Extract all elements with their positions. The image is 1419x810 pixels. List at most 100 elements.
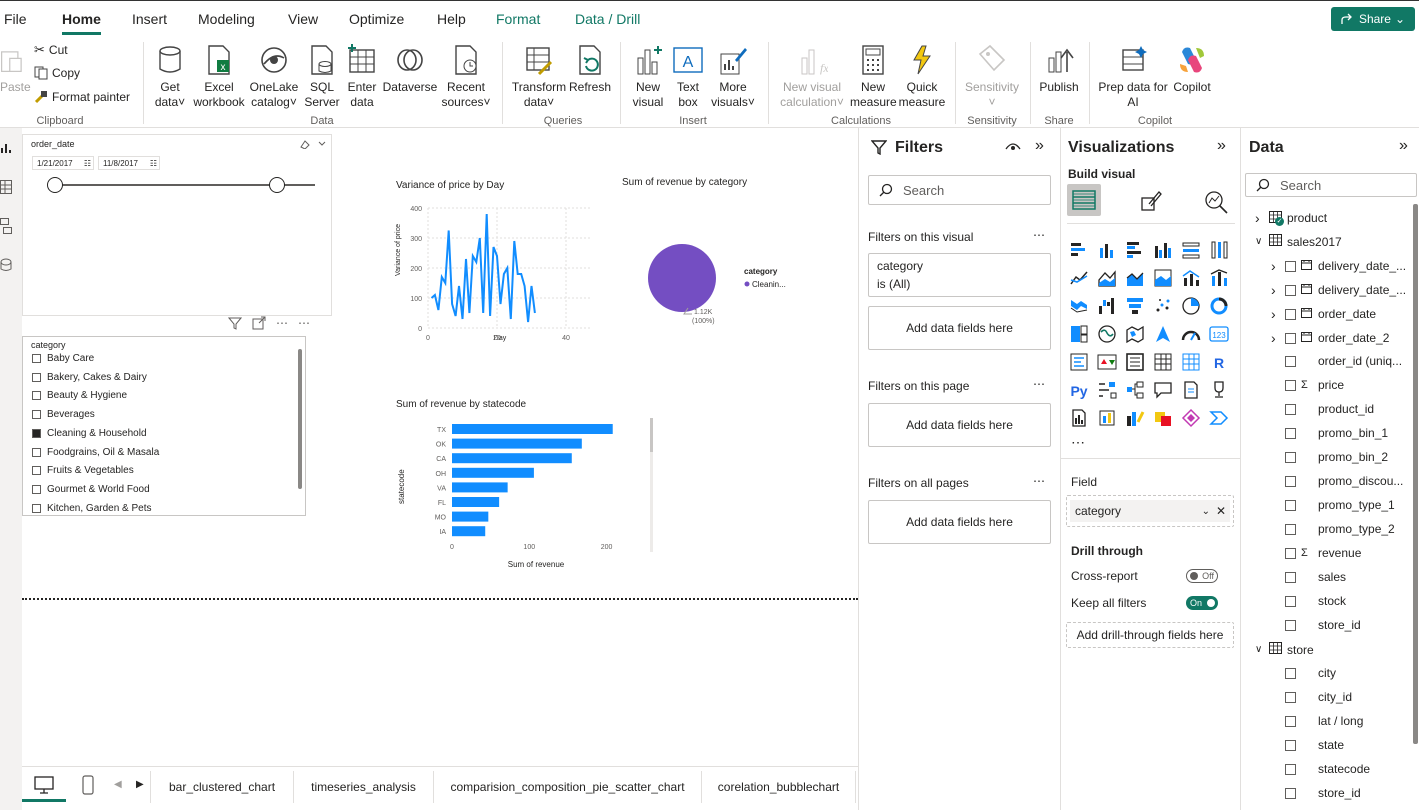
field-checkbox[interactable] bbox=[1285, 571, 1296, 583]
field-checkbox[interactable] bbox=[1285, 427, 1296, 439]
field-item[interactable]: promo_type_2 bbox=[1271, 522, 1395, 536]
format-painter-button[interactable]: Format painter bbox=[34, 90, 130, 104]
slicer-item[interactable]: Bakery, Cakes & Dairy bbox=[32, 372, 147, 383]
field-checkbox[interactable] bbox=[1285, 260, 1296, 272]
format-visual-icon[interactable] bbox=[1139, 190, 1163, 214]
menu-format[interactable]: Format bbox=[496, 11, 540, 27]
card-icon[interactable]: 123 bbox=[1209, 324, 1229, 344]
chevron-right-icon[interactable]: › bbox=[1271, 330, 1280, 346]
bar-ok[interactable] bbox=[452, 438, 582, 449]
filters-search-input[interactable]: Search bbox=[868, 175, 1051, 205]
close-icon[interactable]: ✕ bbox=[1216, 504, 1226, 518]
field-item[interactable]: store_id bbox=[1271, 786, 1361, 800]
more-options-icon[interactable]: ⋯ bbox=[1033, 474, 1045, 488]
slicer-item[interactable]: Kitchen, Garden & Pets bbox=[32, 503, 152, 514]
menu-view[interactable]: View bbox=[288, 11, 318, 27]
kpi-icon[interactable] bbox=[1097, 352, 1117, 372]
refresh-button[interactable]: Refresh bbox=[568, 44, 612, 95]
custom-visual-2-icon[interactable] bbox=[1181, 408, 1201, 428]
field-checkbox[interactable] bbox=[1285, 619, 1296, 631]
start-date-input[interactable]: 1/21/2017 ☷ bbox=[32, 156, 94, 170]
scrollbar[interactable] bbox=[1413, 204, 1418, 744]
slicer-item[interactable]: Foodgrains, Oil & Masala bbox=[32, 447, 159, 458]
field-pill-category[interactable]: category ⌄ ✕ bbox=[1070, 500, 1230, 522]
field-item[interactable]: promo_bin_2 bbox=[1271, 450, 1388, 464]
checkbox[interactable] bbox=[32, 372, 41, 382]
qa-icon[interactable] bbox=[1153, 380, 1173, 400]
field-checkbox[interactable] bbox=[1285, 475, 1296, 487]
field-checkbox[interactable] bbox=[1285, 308, 1296, 320]
field-item[interactable]: city_id bbox=[1271, 690, 1352, 704]
field-checkbox[interactable] bbox=[1285, 763, 1296, 775]
desktop-layout-icon[interactable] bbox=[34, 776, 54, 794]
stacked-column-chart-icon[interactable] bbox=[1097, 240, 1117, 260]
donut-chart-icon[interactable] bbox=[1209, 296, 1229, 316]
slicer-item[interactable]: Baby Care bbox=[32, 353, 94, 364]
add-fields-all-pages-dropzone[interactable]: Add data fields here bbox=[868, 500, 1051, 544]
clustered-column-chart-icon[interactable] bbox=[1153, 240, 1173, 260]
pie-chart-icon[interactable] bbox=[1181, 296, 1201, 316]
report-canvas[interactable]: order_date 1/21/2017 ☷ 11/8/2017 ☷ ⋯ ⋯ cat… bbox=[22, 128, 858, 766]
funnel-chart-icon[interactable] bbox=[1125, 296, 1145, 316]
field-item[interactable]: › delivery_date_... bbox=[1271, 258, 1406, 274]
slicer-item[interactable]: Fruits & Vegetables bbox=[32, 465, 134, 476]
pie-slice-cleaning[interactable] bbox=[648, 244, 716, 312]
field-checkbox[interactable] bbox=[1285, 667, 1296, 679]
slicer-item[interactable]: Cleaning & Household bbox=[32, 428, 147, 439]
checkbox[interactable] bbox=[32, 354, 41, 363]
stacked-area-chart-icon[interactable] bbox=[1125, 268, 1145, 288]
bar-chart-revenue-by-statecode[interactable]: Sum of revenue by statecode statecode Su… bbox=[390, 396, 660, 576]
field-checkbox[interactable] bbox=[1285, 547, 1296, 559]
multi-row-card-icon[interactable] bbox=[1069, 352, 1089, 372]
field-checkbox[interactable] bbox=[1285, 451, 1296, 463]
filled-map-icon[interactable] bbox=[1125, 324, 1145, 344]
checkbox[interactable] bbox=[32, 503, 41, 513]
table-view-icon[interactable] bbox=[0, 180, 12, 194]
share-button[interactable]: Share ⌄ bbox=[1331, 7, 1415, 31]
treemap-icon[interactable] bbox=[1069, 324, 1089, 344]
field-checkbox[interactable] bbox=[1285, 739, 1296, 751]
field-checkbox[interactable] bbox=[1285, 403, 1296, 415]
more-options-icon[interactable]: ⋯ bbox=[276, 316, 288, 330]
dax-query-view-icon[interactable] bbox=[0, 258, 12, 272]
focus-mode-icon[interactable] bbox=[252, 316, 266, 330]
scatter-chart-icon[interactable] bbox=[1153, 296, 1173, 316]
line-clustered-column-chart-icon[interactable] bbox=[1181, 268, 1201, 288]
page-tab-bar-clustered-chart[interactable]: bar_clustered_chart bbox=[150, 771, 294, 803]
field-item[interactable]: order_id (uniq... bbox=[1271, 354, 1402, 368]
field-item[interactable]: › order_date_2 bbox=[1271, 330, 1389, 346]
field-checkbox[interactable] bbox=[1285, 284, 1296, 296]
scroll-right-icon[interactable]: ▶ bbox=[136, 779, 144, 790]
prep-data-ai-button[interactable]: Prep data for AI bbox=[1096, 44, 1170, 110]
analytics-icon[interactable] bbox=[1203, 190, 1229, 214]
paginated-report-icon[interactable] bbox=[1069, 408, 1089, 428]
menu-data-drill[interactable]: Data / Drill bbox=[575, 11, 640, 27]
bar-fl[interactable] bbox=[452, 497, 500, 507]
add-fields-visual-dropzone[interactable]: Add data fields here bbox=[868, 306, 1051, 350]
page-tab-comparision-composition[interactable]: comparision_composition_pie_scatter_char… bbox=[434, 771, 702, 803]
field-checkbox[interactable] bbox=[1285, 499, 1296, 511]
bar-ia[interactable] bbox=[452, 526, 486, 537]
field-item[interactable]: Σrevenue bbox=[1271, 546, 1361, 560]
filter-icon[interactable] bbox=[228, 316, 242, 330]
line-chart-variance-by-day[interactable]: Variance of price by Day Variance of pri… bbox=[390, 176, 610, 346]
field-item[interactable]: Σprice bbox=[1271, 378, 1344, 392]
text-box-button[interactable]: A Text box bbox=[670, 44, 706, 110]
field-checkbox[interactable] bbox=[1285, 715, 1296, 727]
build-visual-tab[interactable] bbox=[1067, 184, 1101, 216]
eye-icon[interactable] bbox=[1005, 141, 1021, 153]
table-node-store[interactable]: ∨ store bbox=[1255, 642, 1314, 657]
cross-report-toggle[interactable]: Off bbox=[1186, 569, 1218, 583]
waterfall-chart-icon[interactable] bbox=[1097, 296, 1117, 316]
bar-ca[interactable] bbox=[452, 453, 572, 464]
dataverse-button[interactable]: Dataverse bbox=[382, 44, 438, 95]
ribbon-chart-icon[interactable] bbox=[1069, 296, 1089, 316]
scrollbar[interactable] bbox=[298, 349, 302, 489]
chevron-right-icon[interactable]: › bbox=[1271, 258, 1280, 274]
matrix-icon[interactable] bbox=[1181, 352, 1201, 372]
excel-workbook-button[interactable]: x Excel workbook bbox=[192, 44, 246, 110]
field-item[interactable]: state bbox=[1271, 738, 1344, 752]
slicer-item[interactable]: Gourmet & World Food bbox=[32, 484, 150, 495]
start-slider-handle[interactable] bbox=[47, 177, 63, 193]
python-visual-icon[interactable]: Py bbox=[1069, 380, 1089, 400]
